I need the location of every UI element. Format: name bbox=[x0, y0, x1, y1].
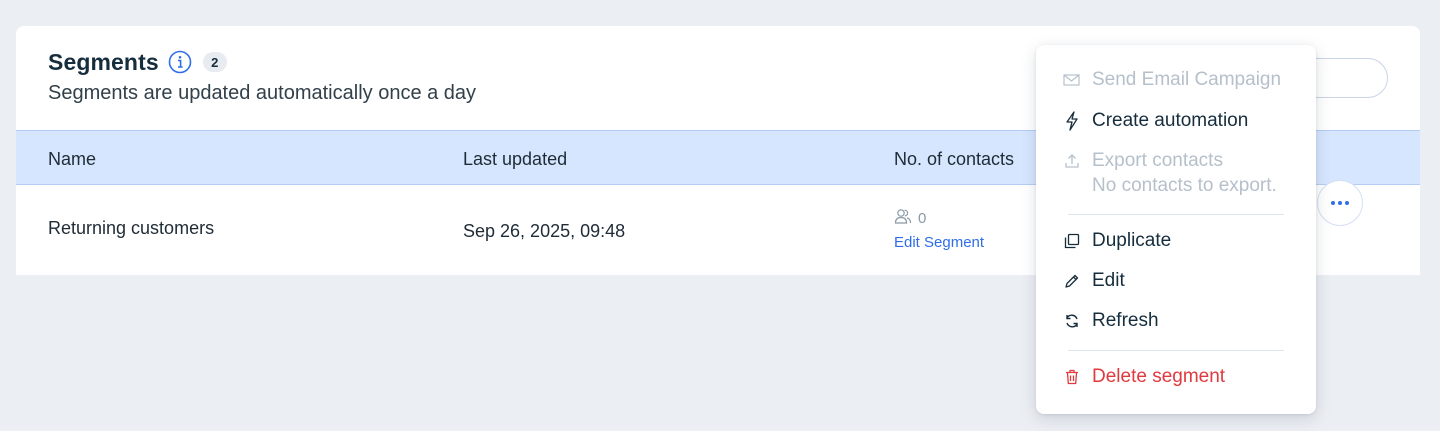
card-header: Segments 2 Segments are updated automati… bbox=[48, 48, 476, 105]
info-icon[interactable] bbox=[168, 50, 192, 74]
page-title: Segments bbox=[48, 48, 159, 75]
menu-label: Delete segment bbox=[1092, 366, 1226, 387]
more-dot bbox=[1345, 201, 1349, 205]
menu-item-edit[interactable]: Edit bbox=[1062, 270, 1125, 292]
trash-icon bbox=[1062, 366, 1082, 388]
menu-item-duplicate[interactable]: Duplicate bbox=[1062, 230, 1171, 252]
more-dot bbox=[1331, 201, 1335, 205]
upload-icon bbox=[1062, 150, 1082, 172]
segment-last-updated: Sep 26, 2025, 09:48 bbox=[463, 221, 626, 241]
envelope-icon bbox=[1062, 69, 1082, 91]
contacts-cell: 0 Edit Segment bbox=[894, 208, 984, 251]
more-actions-button[interactable] bbox=[1317, 180, 1363, 226]
menu-label: Create automation bbox=[1092, 110, 1249, 131]
menu-item-export-contacts[interactable]: Export contacts No contacts to export. bbox=[1062, 150, 1277, 197]
menu-label: Export contacts bbox=[1092, 150, 1223, 171]
more-dot bbox=[1338, 201, 1342, 205]
contacts-count: 0 bbox=[894, 208, 984, 228]
pencil-icon bbox=[1062, 270, 1082, 292]
menu-label: Send Email Campaign bbox=[1092, 69, 1282, 90]
menu-item-send-email-campaign[interactable]: Send Email Campaign bbox=[1062, 69, 1281, 91]
title-row: Segments 2 bbox=[48, 48, 476, 76]
lightning-icon bbox=[1062, 110, 1082, 132]
menu-divider bbox=[1068, 214, 1284, 215]
menu-item-text: Export contacts No contacts to export. bbox=[1092, 150, 1277, 197]
column-header-last-updated[interactable]: Last updated bbox=[463, 149, 567, 170]
menu-note: No contacts to export. bbox=[1092, 175, 1277, 196]
menu-divider bbox=[1068, 350, 1284, 351]
contacts-icon bbox=[894, 208, 918, 228]
duplicate-icon bbox=[1062, 230, 1082, 252]
segment-count-badge: 2 bbox=[202, 52, 227, 72]
menu-label: Refresh bbox=[1092, 310, 1159, 331]
menu-label: Edit bbox=[1092, 270, 1125, 291]
contacts-value: 0 bbox=[918, 209, 927, 227]
refresh-icon bbox=[1062, 310, 1082, 332]
menu-item-refresh[interactable]: Refresh bbox=[1062, 310, 1159, 332]
page-subtitle: Segments are updated automatically once … bbox=[48, 82, 477, 104]
actions-menu: Send Email Campaign Create automation Ex… bbox=[1036, 45, 1316, 414]
edit-segment-link[interactable]: Edit Segment bbox=[894, 234, 984, 251]
segment-name[interactable]: Returning customers bbox=[48, 218, 214, 239]
column-header-contacts[interactable]: No. of contacts bbox=[894, 149, 1014, 170]
menu-label: Duplicate bbox=[1092, 230, 1172, 251]
menu-item-delete-segment[interactable]: Delete segment bbox=[1062, 366, 1225, 388]
menu-item-create-automation[interactable]: Create automation bbox=[1062, 110, 1248, 132]
column-header-name[interactable]: Name bbox=[48, 149, 96, 170]
